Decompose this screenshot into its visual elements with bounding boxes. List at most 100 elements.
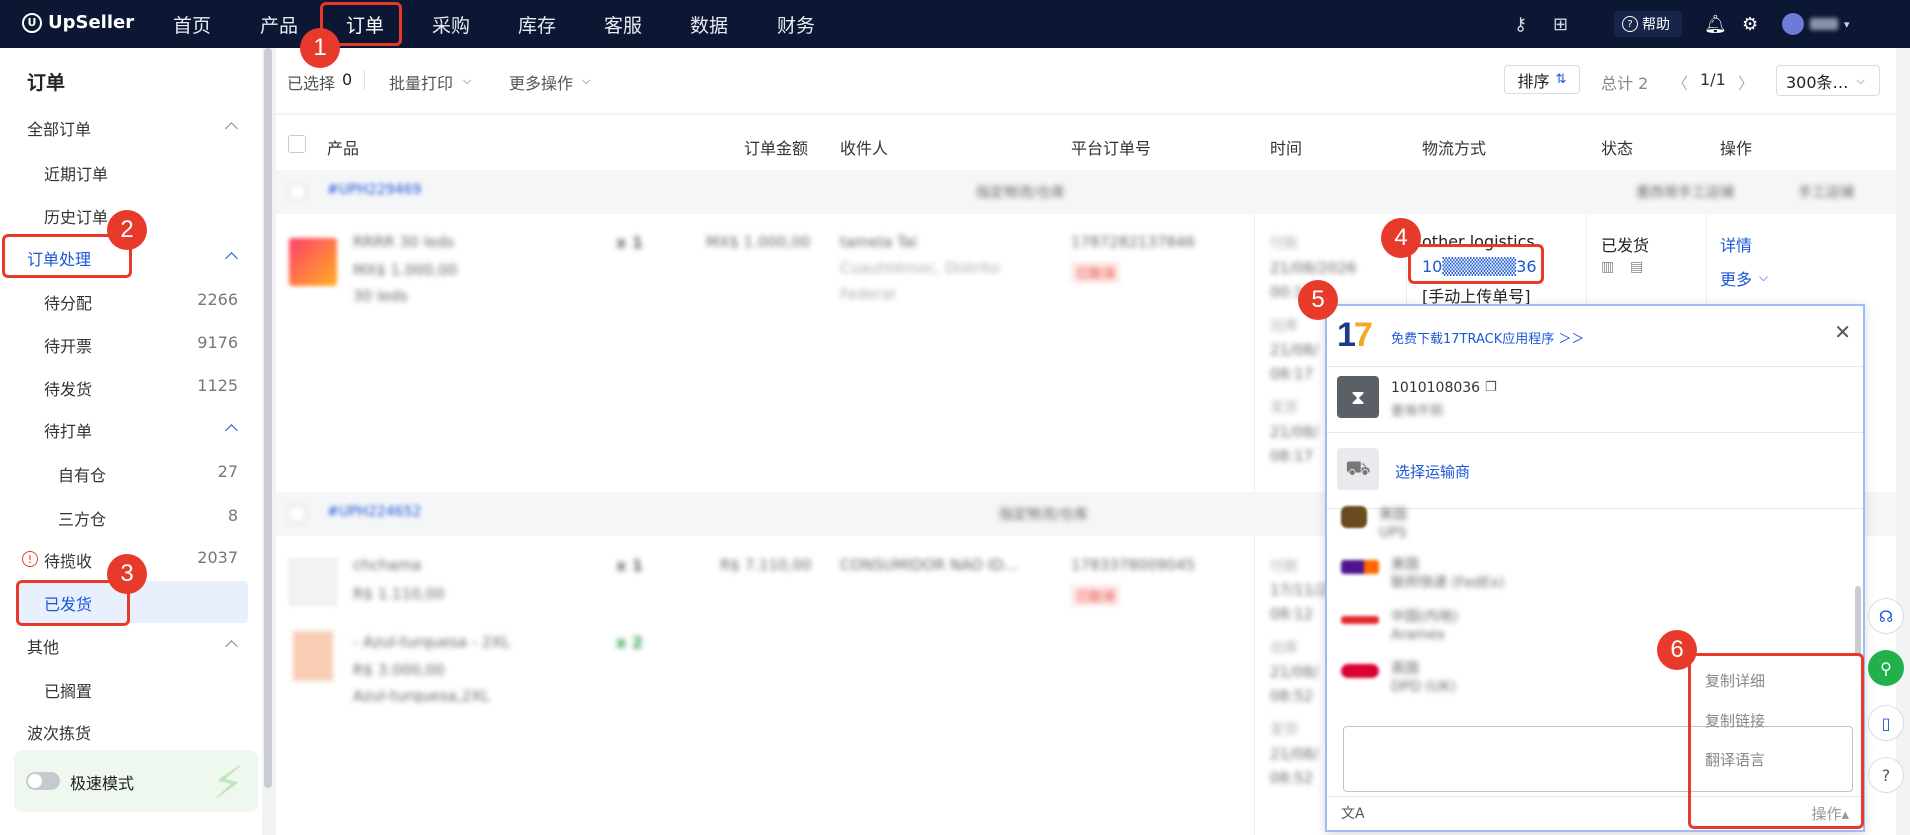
- page-indicator: 1/1: [1700, 70, 1726, 89]
- product-qty: x 1: [616, 233, 644, 252]
- nav-item-data[interactable]: 数据: [690, 11, 728, 38]
- carrier-item[interactable]: 中国(内地) Aramex: [1341, 608, 1458, 644]
- product-thumbnail[interactable]: [289, 558, 337, 606]
- gear-icon[interactable]: ⚙: [1742, 0, 1758, 48]
- sidebar-item-third-warehouse[interactable]: 三方仓: [58, 506, 106, 530]
- product-thumbnail[interactable]: [289, 238, 337, 286]
- nav-item-inventory[interactable]: 库存: [518, 11, 556, 38]
- chevron-up-icon[interactable]: [225, 122, 238, 135]
- popup-divider: [1327, 432, 1863, 433]
- mobile-icon[interactable]: ▯: [1868, 705, 1904, 741]
- product-name[interactable]: chchama: [353, 556, 422, 574]
- assign-logistics-link[interactable]: 指定物流/仓库: [999, 504, 1088, 524]
- sidebar-item-recent[interactable]: 近期订单: [44, 161, 108, 185]
- sort-button[interactable]: 排序 ⇅: [1504, 65, 1580, 94]
- order-checkbox[interactable]: [288, 505, 306, 523]
- user-menu[interactable]: ▾: [1782, 12, 1892, 36]
- cancel-tag: 已取消: [1071, 262, 1121, 283]
- header-status: 状态: [1601, 139, 1634, 158]
- nav-item-finance[interactable]: 财务: [777, 11, 815, 38]
- carrier-country: 中国(内地): [1391, 609, 1458, 625]
- page-size-select[interactable]: 300条… ⌵: [1776, 65, 1880, 96]
- product-thumbnail[interactable]: [293, 631, 333, 681]
- carrier-item[interactable]: 美国 联邦快递 (FedEx): [1341, 556, 1504, 592]
- barcode-icon[interactable]: ▥: [1601, 259, 1614, 275]
- chevron-down-icon: ▾: [1844, 17, 1850, 31]
- annotation-badge-5: 5: [1298, 280, 1338, 320]
- product-price: R$ 3.000,00: [353, 661, 445, 679]
- help-circle-icon[interactable]: ?: [1868, 757, 1904, 793]
- next-page-icon[interactable]: 〉: [1738, 70, 1754, 94]
- ship-time: 21/08/: [1270, 423, 1319, 441]
- chevron-up-icon[interactable]: [225, 424, 238, 437]
- note-icon[interactable]: ▤: [1630, 259, 1643, 275]
- detail-link[interactable]: 详情: [1720, 232, 1752, 256]
- hourglass-icon: ⧗: [1337, 376, 1379, 418]
- chevron-up-icon[interactable]: [225, 640, 238, 653]
- sidebar-item-history[interactable]: 历史订单: [44, 204, 108, 228]
- toolbar-divider: [364, 70, 365, 90]
- order-number-link[interactable]: #UPH224652: [327, 504, 421, 520]
- product-name[interactable]: RRRR 30 leds: [353, 233, 454, 251]
- time-label: 付款: [1270, 236, 1298, 252]
- key-icon[interactable]: ⚷: [1514, 0, 1527, 48]
- prev-page-icon[interactable]: 〈: [1672, 70, 1688, 94]
- sidebar-item-to-assign[interactable]: 待分配: [44, 290, 92, 314]
- sidebar-item-wave-pick[interactable]: 波次拣货: [27, 720, 91, 744]
- assign-logistics-link[interactable]: 指定物流/仓库: [976, 182, 1065, 202]
- sidebar-item-to-collect[interactable]: 待揽收: [44, 548, 92, 572]
- nav-item-products[interactable]: 产品: [260, 11, 298, 38]
- more-ops-button[interactable]: 更多操作: [509, 70, 573, 94]
- platform-order-no[interactable]: 1787282137846: [1071, 233, 1195, 251]
- sidebar-item-to-print[interactable]: 待打单: [44, 418, 92, 442]
- nav-item-purchase[interactable]: 采购: [432, 11, 470, 38]
- choose-carrier-link[interactable]: 选择运输商: [1395, 461, 1470, 482]
- download-app-link[interactable]: 免费下载17TRACK应用程序 ＞＞: [1391, 328, 1584, 347]
- product-qty: x 2: [616, 633, 644, 652]
- app-logo[interactable]: U UpSeller: [22, 12, 134, 33]
- chevron-down-icon: ⌵: [1856, 73, 1865, 87]
- annotation-box-4: [1408, 244, 1544, 284]
- carrier-country: 美国: [1391, 557, 1419, 573]
- order-checkbox[interactable]: [288, 183, 306, 201]
- bell-icon[interactable]: 🔔︎: [1704, 0, 1727, 48]
- sidebar-scrollbar[interactable]: [264, 48, 272, 788]
- time-label: 发货: [1270, 722, 1298, 738]
- chevron-up-icon[interactable]: [225, 252, 238, 265]
- search-icon[interactable]: ⚲: [1868, 650, 1904, 686]
- sidebar-item-shelved[interactable]: 已搁置: [44, 678, 92, 702]
- order-number-link[interactable]: #UPH229469: [327, 182, 421, 198]
- sidebar-item-other[interactable]: 其他: [27, 634, 59, 658]
- sidebar-item-own-warehouse[interactable]: 自有仓: [58, 462, 106, 486]
- nav-item-home[interactable]: 首页: [173, 11, 211, 38]
- platform-order-no[interactable]: 1783378009045: [1071, 556, 1195, 574]
- sidebar-item-all-orders[interactable]: 全部订单: [27, 116, 91, 140]
- annotation-badge-4: 4: [1381, 218, 1421, 258]
- chevron-down-icon: ⌵: [1759, 270, 1769, 284]
- select-all-checkbox[interactable]: [288, 135, 306, 153]
- sidebar-item-to-ship[interactable]: 待发货: [44, 376, 92, 400]
- product-variant: 30 leds: [353, 287, 408, 305]
- selected-count: 0: [342, 70, 353, 89]
- copy-icon[interactable]: ❐: [1485, 380, 1497, 395]
- apps-grid-icon[interactable]: ⊞: [1553, 0, 1568, 48]
- sidebar-item-to-invoice[interactable]: 待开票: [44, 333, 92, 357]
- order-amount: MX$ 1.000,00: [706, 233, 811, 251]
- close-icon[interactable]: ✕: [1834, 320, 1851, 344]
- status-badge: 已发货: [1601, 236, 1650, 255]
- time-label: 发货: [1270, 400, 1298, 416]
- translate-icon[interactable]: 文A: [1341, 803, 1365, 823]
- carrier-item[interactable]: 美国 UPS: [1341, 506, 1407, 542]
- nav-item-service[interactable]: 客服: [604, 11, 642, 38]
- count-to-ship: 1125: [197, 376, 238, 395]
- help-button[interactable]: ? 帮助: [1614, 11, 1682, 37]
- headset-icon[interactable]: ☊: [1868, 598, 1904, 634]
- product-name[interactable]: - Azul-turquesa - 2XL: [353, 633, 510, 651]
- more-actions-link[interactable]: 更多: [1720, 266, 1752, 290]
- speed-mode-toggle[interactable]: [26, 772, 60, 790]
- aramex-logo-icon: [1341, 616, 1379, 624]
- batch-print-button[interactable]: 批量打印: [389, 70, 453, 94]
- sidebar: 订单 全部订单 近期订单 历史订单 订单处理 待分配 2266 待开票 9176…: [0, 48, 262, 835]
- carrier-list-scrollbar[interactable]: [1855, 586, 1861, 656]
- carrier-item[interactable]: 英国 DPD (UK): [1341, 660, 1456, 696]
